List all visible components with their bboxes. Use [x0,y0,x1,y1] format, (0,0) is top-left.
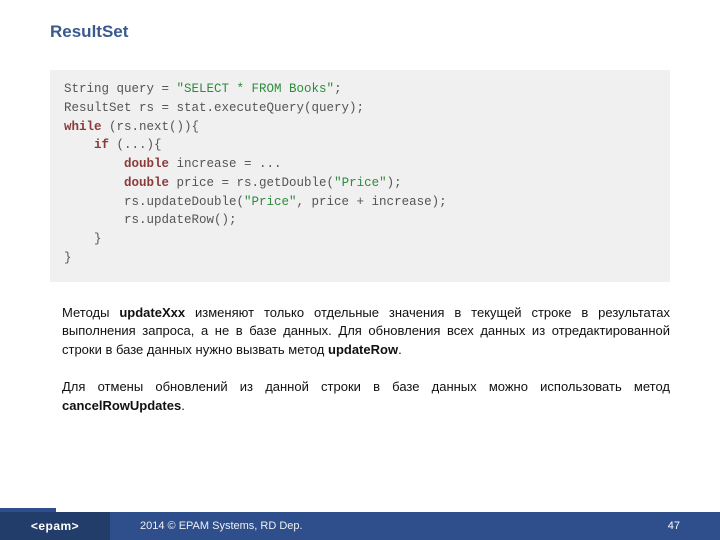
code-token [64,138,94,152]
text: Методы [62,305,119,320]
code-token: (...){ [109,138,162,152]
text: Для отмены обновлений из данной строки в… [62,379,670,394]
code-token: while [64,120,102,134]
code-token: ; [334,82,342,96]
text: . [398,342,402,357]
code-token: String query = [64,82,177,96]
bold-text: updateXxx [119,305,185,320]
code-token: (rs.next()){ [102,120,200,134]
code-token: "Price" [244,195,297,209]
code-token: ResultSet rs = stat.executeQuery(query); [64,101,364,115]
slide-title: ResultSet [0,0,720,42]
body-paragraph: Для отмены обновлений из данной строки в… [62,378,670,416]
code-token: rs.updateRow(); [64,213,237,227]
epam-logo: <epam> [0,512,110,540]
code-token [64,157,124,171]
code-token [64,176,124,190]
code-token: double [124,157,169,171]
code-token: if [94,138,109,152]
code-token: "Price" [334,176,387,190]
bold-text: cancelRowUpdates [62,398,181,413]
code-token: } [64,251,72,265]
text: . [181,398,185,413]
code-token: double [124,176,169,190]
page-number: 47 [668,512,680,540]
code-token: increase = ... [169,157,282,171]
body-paragraph: Методы updateXxx изменяют только отдельн… [62,304,670,361]
code-block: String query = "SELECT * FROM Books"; Re… [50,70,670,282]
code-token: } [64,232,102,246]
bold-text: updateRow [328,342,398,357]
footer-bar: <epam> 2014 © EPAM Systems, RD Dep. 47 [0,512,720,540]
code-token: ); [387,176,402,190]
code-token: , price + increase); [297,195,447,209]
code-token: rs.updateDouble( [64,195,244,209]
copyright-text: 2014 © EPAM Systems, RD Dep. [140,520,303,532]
code-token: "SELECT * FROM Books" [177,82,335,96]
code-token: price = rs.getDouble( [169,176,334,190]
